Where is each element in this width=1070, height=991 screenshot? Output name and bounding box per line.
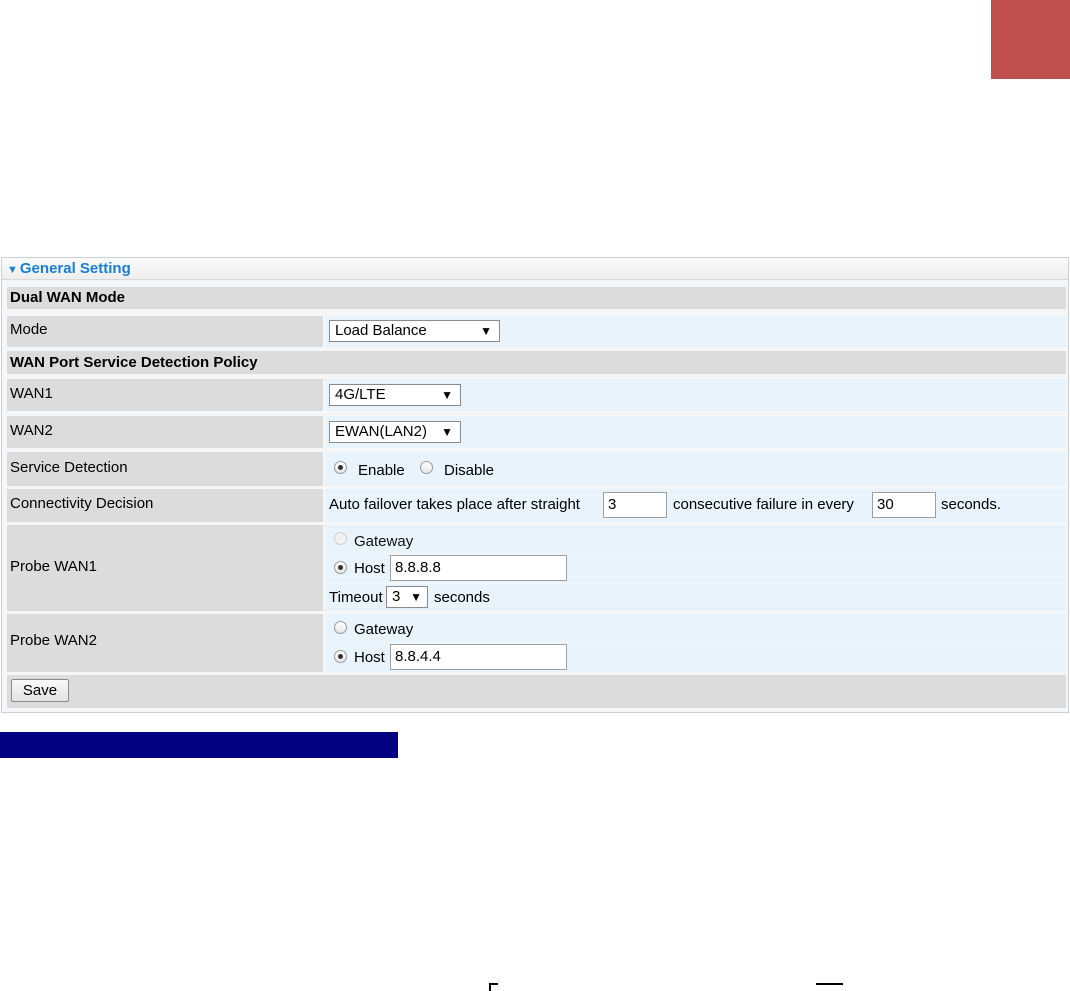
wan1-select-value: 4G/LTE — [335, 386, 386, 403]
general-setting-panel: ▼ General Setting Dual WAN Mode Mode Load… — [1, 257, 1069, 713]
probe-wan2-value-cell: Gateway Host 8.8.4.4 — [325, 614, 1066, 672]
enable-label[interactable]: Enable — [358, 462, 405, 479]
panel-header[interactable]: ▼ General Setting — [2, 258, 1068, 280]
mode-label-cell: Mode — [7, 316, 323, 347]
probe-wan1-gateway-radio[interactable] — [334, 532, 347, 545]
probe-wan2-row: Probe WAN2 Gateway Host 8.8.4.4 — [7, 614, 1066, 672]
wan2-label-cell: WAN2 — [7, 416, 323, 448]
probe-wan1-host-input[interactable]: 8.8.8.8 — [390, 555, 567, 581]
failure-count-value: 3 — [608, 496, 617, 513]
probe-wan2-label: Probe WAN2 — [10, 632, 97, 649]
section-heading: WAN Port Service Detection Policy — [10, 354, 258, 371]
probe-wan1-host-label: Host — [354, 560, 385, 577]
connectivity-label-cell: Connectivity Decision — [7, 489, 323, 522]
wan1-value-cell: 4G/LTE ▼ — [325, 379, 1066, 411]
connectivity-row: Connectivity Decision Auto failover take… — [7, 489, 1066, 522]
service-detection-row: Service Detection Enable Disable — [7, 452, 1066, 486]
probe-wan2-host-label: Host — [354, 649, 385, 666]
service-detection-label-cell: Service Detection — [7, 452, 323, 486]
dropdown-arrow-icon: ▼ — [441, 425, 453, 439]
probe-wan1-gateway-label: Gateway — [354, 533, 414, 550]
wan1-label: WAN1 — [10, 385, 53, 402]
dropdown-arrow-icon: ▼ — [480, 324, 492, 338]
probe-wan1-timeout-label: Timeout — [329, 589, 383, 606]
interval-input[interactable]: 30 — [872, 492, 936, 518]
mode-value-cell: Load Balance ▼ — [325, 316, 1066, 347]
wan1-select[interactable]: 4G/LTE ▼ — [329, 384, 461, 406]
wan2-row: WAN2 EWAN(LAN2) ▼ — [7, 416, 1066, 448]
failure-count-input[interactable]: 3 — [603, 492, 667, 518]
connectivity-text-after: seconds. — [941, 496, 1002, 513]
mode-select[interactable]: Load Balance ▼ — [329, 320, 500, 342]
wan2-label: WAN2 — [10, 422, 53, 439]
probe-wan1-label: Probe WAN1 — [10, 558, 97, 575]
section-detection-policy: WAN Port Service Detection Policy — [7, 351, 1066, 374]
probe-wan2-label-cell: Probe WAN2 — [7, 614, 323, 672]
navy-banner — [0, 732, 398, 758]
mode-select-value: Load Balance — [335, 322, 427, 339]
service-detection-value-cell: Enable Disable — [325, 452, 1066, 486]
probe-wan1-value-cell: Gateway Host 8.8.8.8 Timeout 3 ▼ seconds — [325, 525, 1066, 611]
wan2-select-value: EWAN(LAN2) — [335, 423, 427, 440]
mode-label: Mode — [10, 321, 48, 338]
probe-wan2-gateway-line: Gateway — [325, 614, 1066, 642]
panel-title-text: General Setting — [19, 260, 131, 277]
save-row: Save — [7, 675, 1066, 708]
probe-wan2-gateway-radio[interactable] — [334, 621, 347, 634]
page-mark-right — [816, 983, 843, 985]
probe-wan1-timeout-value: 3 — [392, 588, 401, 605]
page-mark-left-top — [489, 983, 498, 985]
connectivity-text-before: Auto failover takes place after straight — [329, 496, 580, 513]
wan1-row: WAN1 4G/LTE ▼ — [7, 379, 1066, 411]
corner-decoration — [991, 0, 1070, 79]
probe-wan2-host-line: Host 8.8.4.4 — [325, 643, 1066, 672]
probe-wan1-host-value: 8.8.8.8 — [395, 559, 441, 576]
probe-wan1-timeout-select[interactable]: 3 ▼ — [386, 586, 428, 608]
wan1-label-cell: WAN1 — [7, 379, 323, 411]
connectivity-label: Connectivity Decision — [10, 495, 154, 512]
probe-wan2-host-input[interactable]: 8.8.4.4 — [390, 644, 567, 670]
dropdown-arrow-icon: ▼ — [441, 388, 453, 402]
probe-wan1-timeout-line: Timeout 3 ▼ seconds — [325, 584, 1066, 611]
probe-wan1-timeout-unit: seconds — [434, 589, 490, 606]
probe-wan1-row: Probe WAN1 Gateway Host 8.8.8.8 Timeout … — [7, 525, 1066, 611]
enable-radio[interactable] — [334, 461, 347, 474]
connectivity-value-cell: Auto failover takes place after straight… — [325, 489, 1066, 522]
save-button[interactable]: Save — [11, 679, 69, 702]
section-heading: Dual WAN Mode — [10, 289, 125, 306]
dropdown-arrow-icon: ▼ — [410, 590, 422, 604]
wan2-value-cell: EWAN(LAN2) ▼ — [325, 416, 1066, 448]
wan2-select[interactable]: EWAN(LAN2) ▼ — [329, 421, 461, 443]
triangle-down-icon: ▼ — [7, 264, 18, 276]
connectivity-text-middle: consecutive failure in every — [673, 496, 854, 513]
interval-value: 30 — [877, 496, 894, 513]
probe-wan2-host-radio[interactable] — [334, 650, 347, 663]
probe-wan1-host-line: Host 8.8.8.8 — [325, 554, 1066, 583]
disable-radio[interactable] — [420, 461, 433, 474]
service-detection-label: Service Detection — [10, 459, 128, 476]
probe-wan1-host-radio[interactable] — [334, 561, 347, 574]
probe-wan2-host-value: 8.8.4.4 — [395, 648, 441, 665]
disable-label[interactable]: Disable — [444, 462, 494, 479]
probe-wan1-gateway-line: Gateway — [325, 525, 1066, 553]
mode-row: Mode Load Balance ▼ — [7, 316, 1066, 347]
probe-wan1-label-cell: Probe WAN1 — [7, 525, 323, 611]
panel-title[interactable]: ▼ General Setting — [7, 260, 131, 277]
probe-wan2-gateway-label: Gateway — [354, 621, 414, 638]
section-dual-wan-mode: Dual WAN Mode — [7, 287, 1066, 309]
